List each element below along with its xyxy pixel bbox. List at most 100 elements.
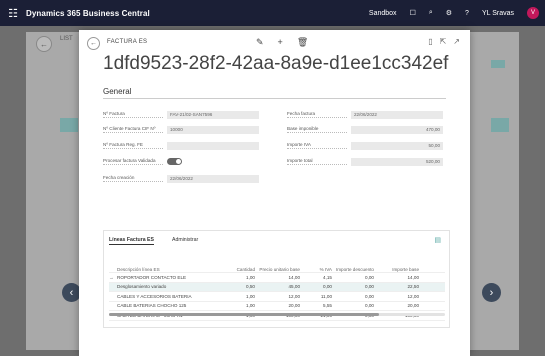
column-header[interactable]: Importe base <box>374 267 419 272</box>
field-value[interactable] <box>167 141 259 150</box>
next-record-button[interactable]: › <box>482 283 501 302</box>
field-value[interactable]: 22/06/2022 <box>351 110 443 119</box>
app-launcher-icon[interactable]: ☷ <box>0 0 26 26</box>
field-invoice-number: Nº Factura FAV-21/02-SAN7596 <box>103 110 259 119</box>
field-tax-base: Base imponible 470,00 <box>287 125 443 134</box>
help-icon[interactable]: ? <box>465 10 469 17</box>
table-cell[interactable]: 0,00 <box>332 275 374 280</box>
table-cell[interactable]: 4,15 <box>300 275 332 280</box>
gear-icon[interactable]: ⚙ <box>446 9 452 17</box>
table-cell[interactable]: 0,50 <box>217 284 255 289</box>
table-cell[interactable]: 5,55 <box>300 303 332 308</box>
field-value[interactable]: 22/06/2022 <box>167 174 259 183</box>
column-header[interactable]: Precio unitario base <box>255 267 300 272</box>
field-process-invoice: Procesar factura Validada <box>103 157 182 166</box>
table-cell[interactable]: 12,00 <box>374 294 420 299</box>
background-back-label: LIST <box>60 36 73 42</box>
table-cell[interactable]: 0,00 <box>332 284 374 289</box>
record-title: 1dfd9523-28f2-42aa-8a9e-d1ee1cc342ef <box>103 53 449 74</box>
table-cell[interactable]: 11,00 <box>300 294 332 299</box>
field-customer: Nº Cliente Factura CIF Nº 10000 <box>103 125 259 134</box>
background-back-icon: ← <box>36 36 52 52</box>
process-toggle[interactable] <box>167 158 182 165</box>
table-row[interactable]: Desglosamiento variado 0,50 45,00 0,00 0… <box>109 282 445 292</box>
tab-invoice-lines[interactable]: Líneas Factura ES <box>109 237 154 245</box>
field-label: Importe total <box>287 158 347 165</box>
app-title: Dynamics 365 Business Central <box>26 8 150 18</box>
card-header: ← FACTURA ES ✎ + 🗑︎ ▯ ⇱ ↗ <box>85 36 464 50</box>
company-name[interactable]: Sandbox <box>369 10 397 17</box>
field-label: Nº Factura Reg. FE <box>103 142 163 149</box>
edit-icon[interactable]: ✎ <box>256 37 264 48</box>
table-cell[interactable]: 1,00 <box>217 294 255 299</box>
search-icon[interactable]: ⌕ <box>429 9 433 17</box>
field-label: Base imponible <box>287 126 347 133</box>
table-cell[interactable]: CABLES Y ACCESORIOS BATERIA <box>117 294 217 299</box>
section-title-general[interactable]: General <box>103 87 131 96</box>
table-cell[interactable]: 1,00 <box>217 275 255 280</box>
top-bar-actions: Sandbox ☐ ⌕ ⚙ ? YL Sravas V <box>369 0 545 26</box>
table-cell[interactable]: 14,00 <box>374 275 420 280</box>
table-cell[interactable]: 20,00 <box>374 303 420 308</box>
table-cell[interactable]: 0,00 <box>300 284 332 289</box>
header-right-actions: ▯ ⇱ ↗ <box>428 37 460 46</box>
field-creation-date: Fecha creación 22/06/2022 <box>103 174 259 183</box>
field-reg-invoice: Nº Factura Reg. FE <box>103 141 259 150</box>
avatar[interactable]: V <box>527 7 539 19</box>
lines-table: Descripción línea ES Cantidad Precio uni… <box>109 259 445 321</box>
field-value[interactable]: FAV-21/02-SAN7596 <box>167 110 259 119</box>
background-selection <box>491 118 509 132</box>
breadcrumb: FACTURA ES <box>107 39 148 45</box>
delete-icon[interactable]: 🗑︎ <box>297 37 308 48</box>
horizontal-scrollbar[interactable] <box>109 313 379 316</box>
notifications-icon[interactable]: ☐ <box>410 9 416 17</box>
field-label: Fecha creación <box>103 175 163 182</box>
table-cell[interactable]: 12,00 <box>255 294 301 299</box>
field-total-amount: Importe total 520,00 <box>287 157 443 166</box>
field-invoice-date: Fecha factura 22/06/2022 <box>287 110 443 119</box>
table-cell[interactable]: 45,00 <box>255 284 301 289</box>
table-row[interactable]: CABLES Y ACCESORIOS BATERIA 1,00 12,00 1… <box>109 292 445 302</box>
table-cell[interactable]: 0,00 <box>332 303 374 308</box>
tab-manage[interactable]: Administrar <box>172 237 198 245</box>
background-tab <box>491 60 505 68</box>
table-cell[interactable]: 14,00 <box>255 275 301 280</box>
field-value[interactable]: 520,00 <box>351 157 443 166</box>
column-header[interactable]: Cantidad <box>217 267 255 272</box>
column-header[interactable]: % IVA <box>300 267 332 272</box>
table-cell[interactable]: 1,00 <box>217 303 255 308</box>
lines-tabs: Líneas Factura ES Administrar <box>109 237 198 245</box>
open-in-new-icon[interactable]: ▤ <box>434 236 441 244</box>
field-label: Importe IVA <box>287 142 347 149</box>
bookmark-icon[interactable]: ▯ <box>428 37 432 46</box>
add-icon[interactable]: + <box>278 37 283 48</box>
table-header: Descripción línea ES Cantidad Precio uni… <box>109 259 445 273</box>
field-label: Nº Cliente Factura CIF Nº <box>103 126 163 133</box>
field-value[interactable]: 50,00 <box>351 141 443 150</box>
table-row[interactable]: → ROPORTADOR CONTACTO ELE 1,00 14,00 4,1… <box>109 273 445 283</box>
table-cell[interactable]: ROPORTADOR CONTACTO ELE <box>117 275 217 280</box>
table-cell[interactable]: 20,00 <box>255 303 301 308</box>
table-cell[interactable]: 22,50 <box>374 284 420 289</box>
field-vat-amount: Importe IVA 50,00 <box>287 141 443 150</box>
back-icon[interactable]: ← <box>87 37 100 50</box>
expand-icon[interactable]: ↗ <box>453 37 460 46</box>
table-row[interactable]: CABLE BATERIAS CHOCHO 125 1,00 20,00 5,5… <box>109 302 445 311</box>
section-divider <box>103 98 446 99</box>
field-label: Fecha factura <box>287 111 347 118</box>
field-label: Nº Factura <box>103 111 163 118</box>
table-cell[interactable]: Desglosamiento variado <box>117 284 217 289</box>
column-header[interactable]: Importe descuento <box>332 267 374 272</box>
row-arrow-icon: → <box>109 274 114 280</box>
column-header[interactable]: Descripción línea ES <box>117 267 217 272</box>
table-cell[interactable]: CABLE BATERIAS CHOCHO 125 <box>117 303 217 308</box>
header-actions: ✎ + 🗑︎ <box>256 37 308 48</box>
user-name[interactable]: YL Sravas <box>482 10 514 17</box>
record-card: ← FACTURA ES ✎ + 🗑︎ ▯ ⇱ ↗ 1dfd9523-28f2-… <box>79 30 470 356</box>
field-value[interactable]: 470,00 <box>351 125 443 134</box>
field-label: Procesar factura Validada <box>103 158 163 165</box>
field-value[interactable]: 10000 <box>167 125 259 134</box>
invoice-lines-part: Líneas Factura ES Administrar ▤ Descripc… <box>103 230 450 328</box>
share-icon[interactable]: ⇱ <box>440 37 447 46</box>
table-cell[interactable]: 0,00 <box>332 294 374 299</box>
